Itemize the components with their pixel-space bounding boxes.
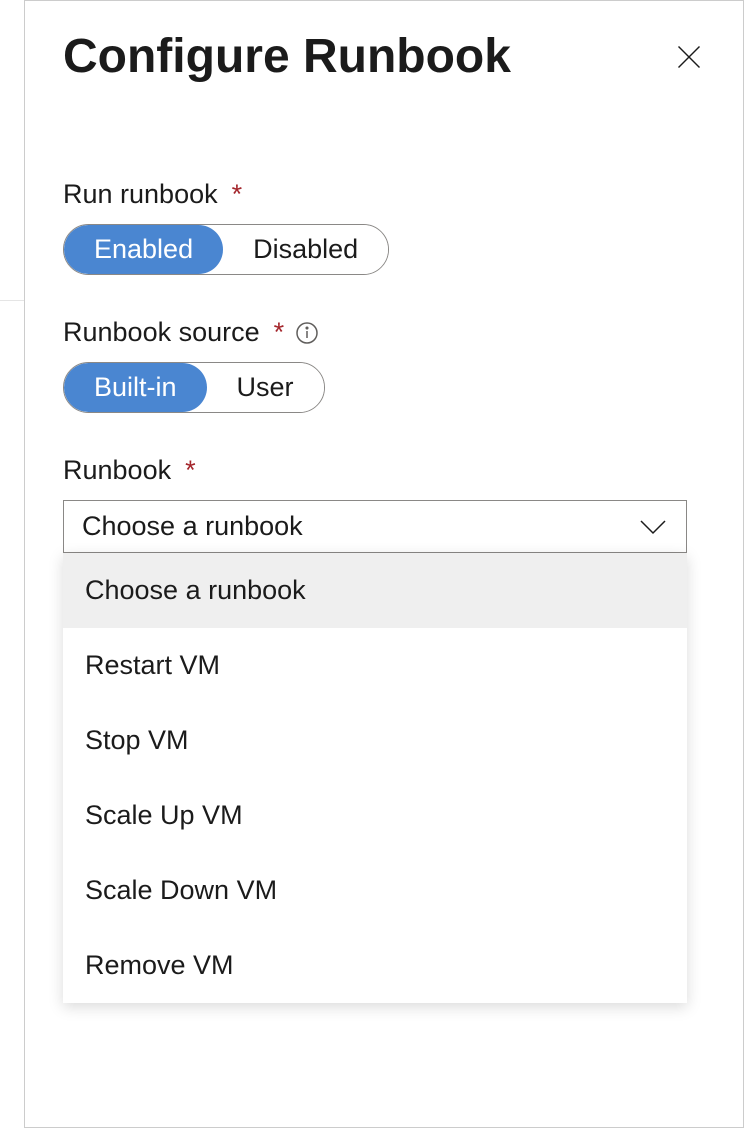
runbook-dropdown[interactable]: Choose a runbook (63, 500, 687, 553)
info-icon[interactable] (294, 320, 320, 346)
run-runbook-field: Run runbook * Enabled Disabled (63, 179, 705, 275)
runbook-option-scale-down-vm[interactable]: Scale Down VM (63, 853, 687, 928)
required-asterisk: * (274, 317, 285, 348)
runbook-dropdown-list: Choose a runbook Restart VM Stop VM Scal… (63, 553, 687, 1003)
run-runbook-enabled-option[interactable]: Enabled (64, 225, 223, 274)
runbook-source-field: Runbook source * Built-in User (63, 317, 705, 413)
run-runbook-disabled-option[interactable]: Disabled (223, 225, 388, 274)
runbook-field: Runbook * Choose a runbook Choose a runb… (63, 455, 705, 553)
runbook-source-toggle: Built-in User (63, 362, 325, 413)
runbook-dropdown-wrapper: Choose a runbook Choose a runbook Restar… (63, 500, 705, 553)
runbook-source-builtin-option[interactable]: Built-in (64, 363, 207, 412)
required-asterisk: * (232, 179, 243, 210)
runbook-label: Runbook (63, 455, 171, 486)
runbook-option-remove-vm[interactable]: Remove VM (63, 928, 687, 1003)
run-runbook-label: Run runbook (63, 179, 218, 210)
run-runbook-toggle: Enabled Disabled (63, 224, 389, 275)
close-icon[interactable] (673, 41, 705, 73)
configure-runbook-panel: Configure Runbook Run runbook * Enabled … (24, 0, 744, 1128)
runbook-source-user-option[interactable]: User (207, 363, 324, 412)
left-edge-line (0, 300, 24, 304)
chevron-down-icon (638, 517, 668, 537)
run-runbook-label-row: Run runbook * (63, 179, 705, 210)
runbook-source-label: Runbook source (63, 317, 260, 348)
panel-header: Configure Runbook (63, 29, 705, 84)
runbook-label-row: Runbook * (63, 455, 705, 486)
runbook-dropdown-selected: Choose a runbook (82, 511, 303, 542)
runbook-option-restart-vm[interactable]: Restart VM (63, 628, 687, 703)
runbook-option-scale-up-vm[interactable]: Scale Up VM (63, 778, 687, 853)
runbook-option-placeholder[interactable]: Choose a runbook (63, 553, 687, 628)
panel-title: Configure Runbook (63, 29, 511, 84)
runbook-option-stop-vm[interactable]: Stop VM (63, 703, 687, 778)
required-asterisk: * (185, 455, 196, 486)
runbook-source-label-row: Runbook source * (63, 317, 705, 348)
